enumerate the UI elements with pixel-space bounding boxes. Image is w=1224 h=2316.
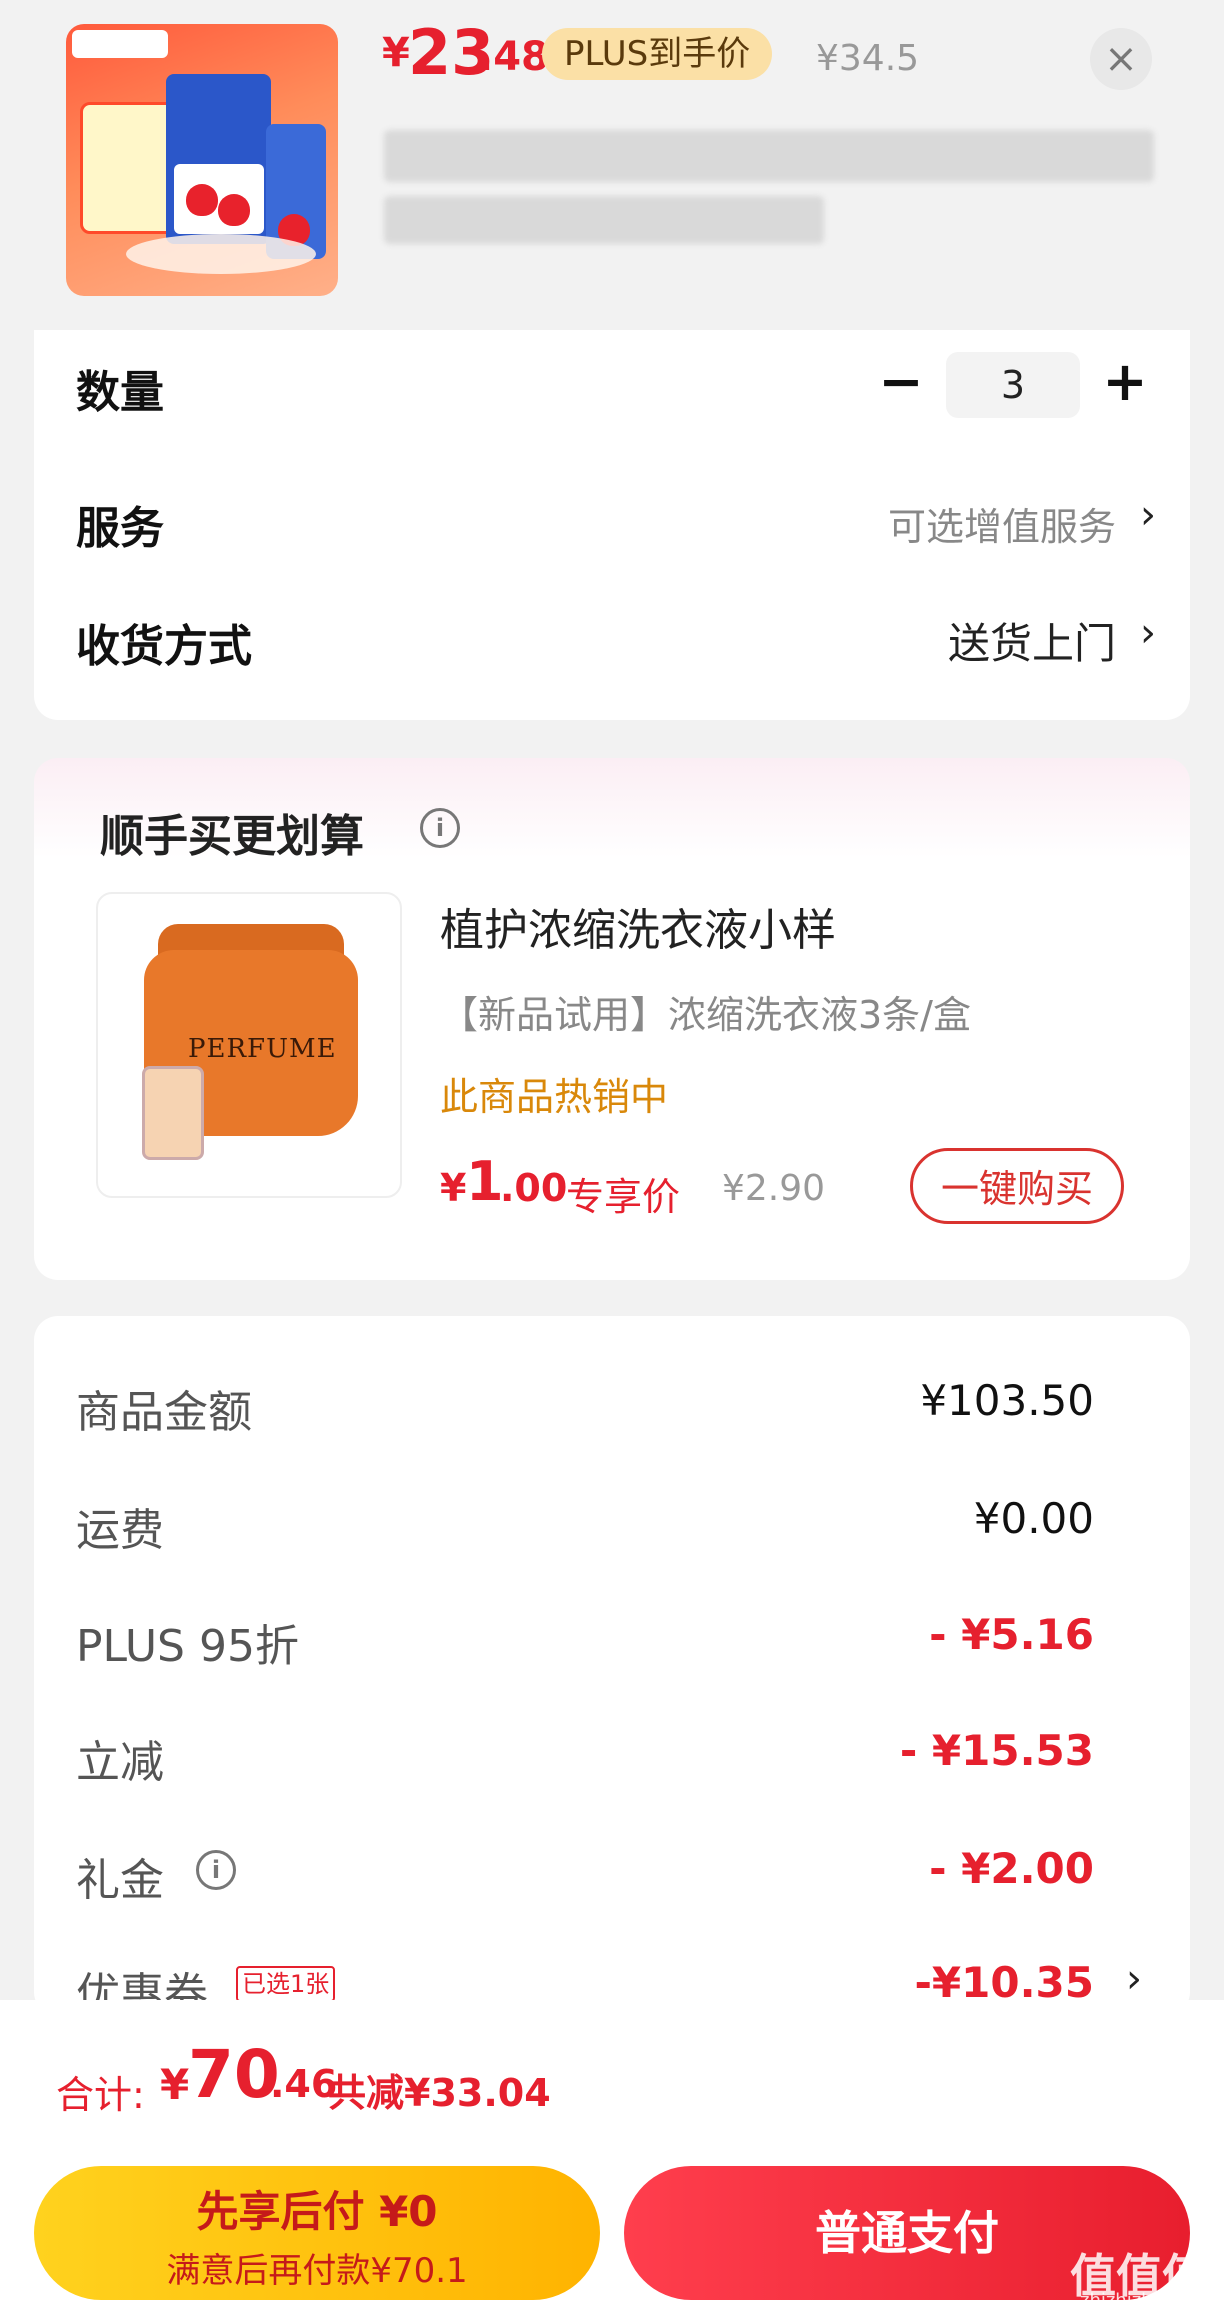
bag-label: PERFUME (188, 1034, 337, 1064)
service-value: 可选增值服务 (887, 505, 1116, 549)
gift-money-value: - ¥2.00 (929, 1844, 1094, 1893)
goods-amount-value: ¥103.50 (920, 1376, 1094, 1425)
instant-discount-label: 立减 (76, 1737, 164, 1788)
upsell-price-decimal: .00 (500, 1166, 568, 1210)
pay-later-button[interactable]: 先享后付 ¥0 满意后再付款¥70.1 (34, 2166, 600, 2300)
quantity-label: 数量 (76, 367, 164, 418)
delivery-row[interactable]: 收货方式 送货上门 › (34, 590, 1190, 690)
upsell-price-currency: ¥ (440, 1166, 467, 1210)
total-currency: ¥ (160, 2060, 190, 2109)
plus-price-tag: PLUS到手价 (542, 28, 773, 80)
chevron-right-icon: › (1140, 610, 1156, 656)
watermark-url: zhizhizhi.com (1080, 2290, 1202, 2311)
total-label: 合计: (56, 2073, 145, 2117)
chevron-right-icon: › (1126, 1956, 1142, 2002)
shipping-label: 运费 (76, 1505, 164, 1556)
total-saved: 共减¥33.04 (328, 2071, 551, 2115)
close-button[interactable]: × (1090, 28, 1152, 90)
quantity-input[interactable]: 3 (946, 352, 1080, 418)
coupon-selected-badge: 已选1张 (236, 1966, 336, 2002)
minus-icon: − (878, 350, 924, 413)
upsell-product-subtitle: 【新品试用】浓缩洗衣液3条/盒 (440, 993, 971, 1037)
delivery-value: 送货上门 (947, 619, 1116, 668)
chevron-right-icon: › (1140, 492, 1156, 538)
quantity-value: 3 (1000, 363, 1026, 407)
blurred-title-line-1 (384, 130, 1154, 182)
upsell-product-image[interactable]: PERFUME (96, 892, 402, 1198)
delivery-label: 收货方式 (76, 621, 252, 672)
upsell-product-name[interactable]: 植护浓缩洗衣液小样 (440, 894, 836, 958)
exclusive-price-label: 专享价 (566, 1175, 681, 1219)
gift-money-label: 礼金 (76, 1855, 164, 1906)
service-row[interactable]: 服务 可选增值服务 › (34, 470, 1190, 570)
total-integer: 70 (188, 2036, 280, 2113)
quantity-increase-button[interactable]: + (1100, 350, 1150, 413)
brand-logo (72, 30, 168, 58)
close-icon: × (1104, 36, 1138, 82)
upsell-hot-label: 此商品热销中 (440, 1075, 669, 1119)
quantity-decrease-button[interactable]: − (876, 350, 926, 413)
original-price: ¥34.5 (816, 38, 920, 79)
upsell-price-integer: 1 (466, 1150, 504, 1213)
shipping-value: ¥0.00 (973, 1494, 1094, 1543)
upsell-title: 顺手买更划算 (100, 811, 364, 862)
price-decimal: .48 (478, 34, 549, 80)
one-click-buy-button[interactable]: 一键购买 (910, 1148, 1124, 1224)
service-label: 服务 (76, 503, 164, 554)
info-icon[interactable]: i (420, 808, 460, 848)
plus-icon: + (1102, 350, 1148, 413)
plus-discount-label: PLUS 95折 (76, 1621, 299, 1672)
pay-later-title: 先享后付 ¥0 (196, 2187, 438, 2236)
blurred-title-line-2 (384, 196, 824, 244)
plus-discount-value: - ¥5.16 (929, 1610, 1094, 1659)
price-currency: ¥ (382, 30, 410, 76)
instant-discount-value: - ¥15.53 (899, 1726, 1094, 1775)
product-thumbnail[interactable] (66, 24, 338, 296)
info-icon[interactable]: i (196, 1850, 236, 1890)
goods-amount-label: 商品金额 (76, 1387, 252, 1438)
perfume-bottle (142, 1066, 204, 1160)
upsell-original-price: ¥2.90 (722, 1168, 826, 1209)
pay-later-subtitle: 满意后再付款¥70.1 (166, 2251, 468, 2291)
